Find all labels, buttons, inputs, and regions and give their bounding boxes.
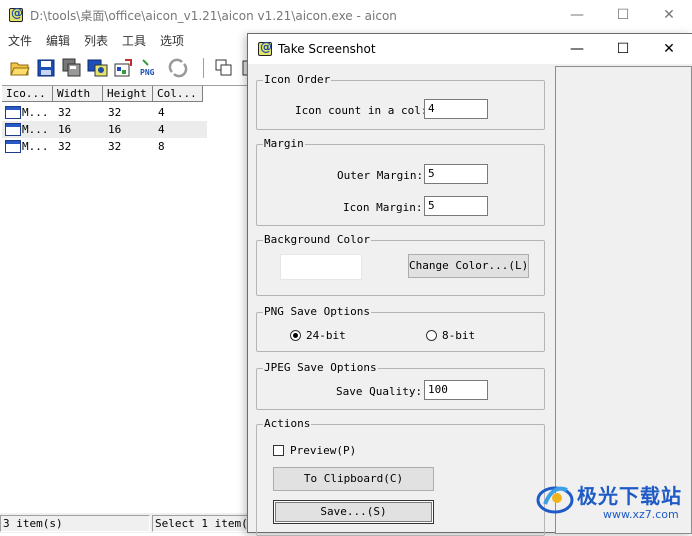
list-item[interactable]: M... 16 16 4 [2, 121, 207, 138]
item-width: 32 [58, 106, 72, 119]
open-folder-icon[interactable] [8, 56, 32, 80]
item-colors: 8 [158, 140, 165, 153]
icon-margin-label: Icon Margin: [343, 201, 423, 214]
main-window-title: D:\tools\桌面\office\aicon_v1.21\aicon v1.… [30, 9, 397, 23]
to-clipboard-button[interactable]: To Clipboard(C) [273, 467, 434, 491]
item-height: 32 [108, 106, 122, 119]
main-minimize-button[interactable]: — [554, 0, 600, 30]
item-height: 16 [108, 123, 122, 136]
menu-edit[interactable]: 编辑 [46, 32, 70, 49]
jpeg-options-group-label: JPEG Save Options [263, 361, 378, 374]
icon-count-label: Icon count in a col: [295, 104, 428, 117]
save-quality-input[interactable]: 100 [424, 380, 488, 400]
item-name: M... [22, 140, 49, 153]
item-colors: 4 [158, 106, 165, 119]
png-options-group-label: PNG Save Options [263, 305, 371, 318]
toolbar: PNG [0, 52, 255, 84]
icon-order-group-label: Icon Order [263, 73, 332, 86]
list-header: Ico... Width Height Col... [2, 86, 250, 102]
item-name: M... [22, 106, 49, 119]
icon-thumbnail-icon [5, 106, 21, 119]
dialog-titlebar[interactable]: Take Screenshot — ☐ ✕ [248, 34, 692, 64]
icon-thumbnail-icon [5, 140, 21, 153]
preview-label[interactable]: Preview(P) [290, 444, 356, 457]
save-button[interactable]: Save...(S) [273, 500, 434, 524]
png-8bit-radio[interactable] [426, 330, 437, 341]
icon-order-group: Icon Order Icon count in a col: 4 [256, 73, 545, 130]
outer-margin-label: Outer Margin: [337, 169, 424, 182]
toolbar-separator [203, 58, 204, 78]
main-titlebar[interactable]: D:\tools\桌面\office\aicon_v1.21\aicon v1.… [0, 0, 692, 30]
background-color-swatch [280, 254, 362, 280]
change-color-button[interactable]: Change Color...(L) [408, 254, 529, 278]
column-icon[interactable]: Ico... [2, 86, 53, 102]
png-icon-label: PNG [140, 68, 155, 77]
take-screenshot-dialog: Take Screenshot — ☐ ✕ Icon Order Icon co… [247, 33, 692, 536]
extract-icon[interactable] [112, 56, 136, 80]
actions-group: Actions Preview(P) To Clipboard(C) Save.… [256, 417, 545, 536]
item-name: M... [22, 123, 49, 136]
watermark-url: www.xz7.com [603, 508, 679, 521]
png-24bit-label[interactable]: 24-bit [306, 329, 346, 342]
icon-count-input[interactable]: 4 [424, 99, 488, 119]
save-quality-label: Save Quality: [336, 385, 423, 398]
watermark-logo-icon [536, 486, 574, 514]
dialog-close-button[interactable]: ✕ [646, 34, 692, 64]
menu-options[interactable]: 选项 [160, 32, 184, 49]
item-width: 32 [58, 140, 72, 153]
margin-group-label: Margin [263, 137, 305, 150]
menu-tools[interactable]: 工具 [122, 32, 146, 49]
margin-group: Margin Outer Margin: 5 Icon Margin: 5 [256, 137, 545, 226]
list-item[interactable]: M... 32 32 8 [2, 138, 207, 155]
background-color-group-label: Background Color [263, 233, 371, 246]
jpeg-options-group: JPEG Save Options Save Quality: 100 [256, 361, 545, 410]
status-selection: Select 1 item(s) [152, 515, 250, 532]
item-width: 16 [58, 123, 72, 136]
status-item-count: 3 item(s) [0, 515, 150, 532]
icon-margin-input[interactable]: 5 [424, 196, 488, 216]
background-color-group: Background Color Change Color...(L) [256, 233, 545, 296]
png-options-group: PNG Save Options 24-bit 8-bit [256, 305, 545, 352]
watermark-text: 极光下载站 [577, 484, 682, 508]
watermark: 极光下载站 www.xz7.com [535, 478, 690, 528]
actions-group-label: Actions [263, 417, 312, 430]
icon-thumbnail-icon [5, 123, 21, 136]
dialog-app-icon [258, 40, 272, 56]
app-icon [9, 6, 23, 22]
main-close-button[interactable]: ✕ [646, 0, 692, 30]
dialog-maximize-button[interactable]: ☐ [600, 34, 646, 64]
png-24bit-radio[interactable] [290, 330, 301, 341]
list-item[interactable]: M... 32 32 4 [2, 104, 207, 121]
menu-list[interactable]: 列表 [84, 32, 108, 49]
save-as-icon[interactable] [60, 56, 84, 80]
screenshot-icon[interactable] [86, 56, 110, 80]
png-icon[interactable]: PNG [138, 56, 162, 80]
copy-icon[interactable] [212, 56, 236, 80]
refresh-icon[interactable] [166, 56, 190, 80]
icon-list[interactable]: Ico... Width Height Col... M... 32 32 4 … [2, 85, 250, 512]
column-width[interactable]: Width [53, 86, 103, 102]
column-height[interactable]: Height [103, 86, 153, 102]
statusbar: 3 item(s) Select 1 item(s) [0, 513, 250, 533]
dialog-minimize-button[interactable]: — [554, 34, 600, 64]
screenshot-preview-area [555, 66, 692, 534]
save-disk-icon[interactable] [34, 56, 58, 80]
preview-checkbox[interactable] [273, 445, 284, 456]
png-8bit-label[interactable]: 8-bit [442, 329, 475, 342]
item-colors: 4 [158, 123, 165, 136]
menu-file[interactable]: 文件 [8, 32, 32, 49]
dialog-title: Take Screenshot [278, 42, 376, 56]
outer-margin-input[interactable]: 5 [424, 164, 488, 184]
column-colors[interactable]: Col... [153, 86, 203, 102]
item-height: 32 [108, 140, 122, 153]
main-maximize-button[interactable]: ☐ [600, 0, 646, 30]
